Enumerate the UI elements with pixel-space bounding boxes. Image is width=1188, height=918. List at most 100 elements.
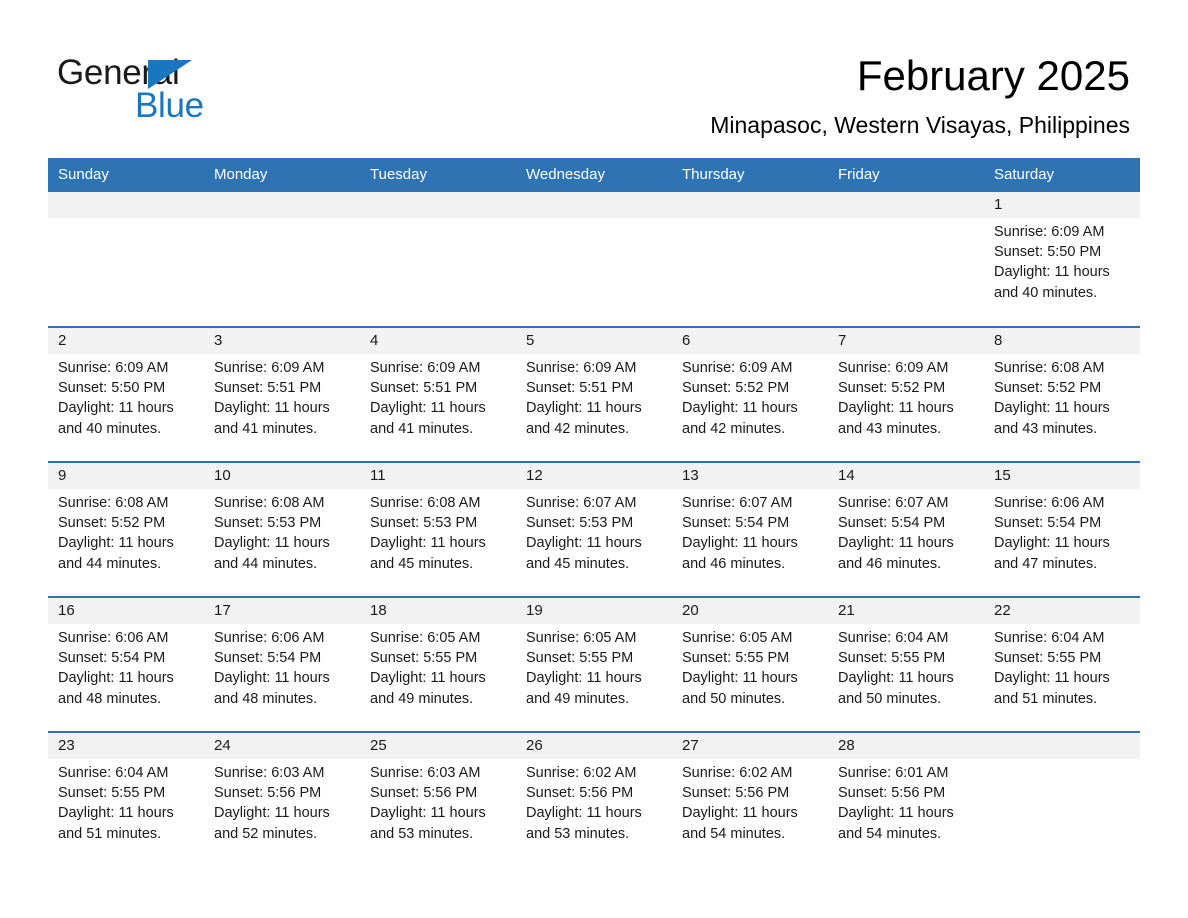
sunrise-text: Sunrise: 6:05 AM — [526, 630, 637, 646]
daylight-text-line1: Daylight: 11 hours — [682, 805, 798, 822]
calendar-day-cell[interactable]: 18 Sunrise: 6:05 AM Sunset: 5:55 PM Dayligh… — [360, 597, 516, 732]
calendar-day-cell[interactable]: 24 Sunrise: 6:03 AM Sunset: 5:56 PM Dayligh… — [204, 732, 360, 867]
day-number-band: 16 — [48, 598, 204, 624]
calendar-day-cell[interactable]: 23 Sunrise: 6:04 AM Sunset: 5:55 PM Dayligh… — [48, 732, 204, 867]
daylight-text-line2: and 50 minutes. — [682, 690, 786, 707]
calendar-day-cell-empty — [828, 192, 984, 327]
sunrise-text: Sunrise: 6:08 AM — [58, 495, 169, 511]
sunrise-text: Sunrise: 6:06 AM — [58, 630, 169, 646]
day-number: 25 — [370, 737, 387, 754]
calendar-day-cell[interactable]: 14 Sunrise: 6:07 AM Sunset: 5:54 PM Dayligh… — [828, 462, 984, 597]
calendar-day-cell[interactable]: 17 Sunrise: 6:06 AM Sunset: 5:54 PM Dayligh… — [204, 597, 360, 732]
day-number-band: 28 — [828, 733, 984, 759]
day-number-band — [672, 192, 828, 218]
sunrise-text: Sunrise: 6:05 AM — [682, 630, 793, 646]
calendar-day-cell[interactable]: 25 Sunrise: 6:03 AM Sunset: 5:56 PM Dayligh… — [360, 732, 516, 867]
sunrise-text: Sunrise: 6:08 AM — [994, 360, 1105, 376]
calendar-day-cell[interactable]: 4 Sunrise: 6:09 AM Sunset: 5:51 PM Daylight… — [360, 327, 516, 462]
day-number: 15 — [994, 467, 1011, 484]
sunset-text: Sunset: 5:53 PM — [370, 515, 478, 532]
calendar-day-cell[interactable]: 9 Sunrise: 6:08 AM Sunset: 5:52 PM Daylight… — [48, 462, 204, 597]
day-number-band: 2 — [48, 328, 204, 354]
calendar-day-cell[interactable]: 6 Sunrise: 6:09 AM Sunset: 5:52 PM Daylight… — [672, 327, 828, 462]
day-number: 17 — [214, 602, 231, 619]
sunset-text: Sunset: 5:56 PM — [526, 785, 634, 802]
day-details: Sunrise: 6:09 AM Sunset: 5:50 PM Daylight:… — [984, 218, 1140, 303]
day-number: 6 — [682, 332, 691, 349]
calendar-day-cell[interactable]: 16 Sunrise: 6:06 AM Sunset: 5:54 PM Dayligh… — [48, 597, 204, 732]
day-details: Sunrise: 6:08 AM Sunset: 5:52 PM Daylight:… — [984, 354, 1140, 439]
day-details: Sunrise: 6:05 AM Sunset: 5:55 PM Daylight:… — [360, 624, 516, 709]
calendar-day-cell[interactable]: 1 Sunrise: 6:09 AM Sunset: 5:50 PM Daylight… — [984, 192, 1140, 327]
daylight-text-line2: and 49 minutes. — [370, 690, 474, 707]
calendar-day-cell[interactable]: 12 Sunrise: 6:07 AM Sunset: 5:53 PM Dayligh… — [516, 462, 672, 597]
weekday-header-sunday: Sunday — [48, 158, 204, 192]
calendar-day-cell[interactable]: 26 Sunrise: 6:02 AM Sunset: 5:56 PM Dayligh… — [516, 732, 672, 867]
calendar-day-cell[interactable]: 11 Sunrise: 6:08 AM Sunset: 5:53 PM Dayligh… — [360, 462, 516, 597]
sunrise-text: Sunrise: 6:09 AM — [526, 360, 637, 376]
calendar-day-cell[interactable]: 15 Sunrise: 6:06 AM Sunset: 5:54 PM Dayligh… — [984, 462, 1140, 597]
day-number-band — [516, 192, 672, 218]
daylight-text-line2: and 45 minutes. — [370, 555, 474, 572]
daylight-text-line1: Daylight: 11 hours — [994, 670, 1110, 687]
generalblue-logo[interactable]: General Blue — [57, 52, 357, 125]
daylight-text-line2: and 48 minutes. — [214, 690, 318, 707]
day-number-band: 3 — [204, 328, 360, 354]
day-number-band — [204, 192, 360, 218]
calendar-day-cell[interactable]: 8 Sunrise: 6:08 AM Sunset: 5:52 PM Daylight… — [984, 327, 1140, 462]
daylight-text-line2: and 41 minutes. — [370, 420, 474, 437]
daylight-text-line1: Daylight: 11 hours — [58, 535, 174, 552]
calendar-week-row: 16 Sunrise: 6:06 AM Sunset: 5:54 PM Dayligh… — [48, 597, 1140, 732]
calendar-week-row: 1 Sunrise: 6:09 AM Sunset: 5:50 PM Daylight… — [48, 192, 1140, 327]
day-number-band — [984, 733, 1140, 759]
sunrise-text: Sunrise: 6:07 AM — [526, 495, 637, 511]
daylight-text-line1: Daylight: 11 hours — [214, 400, 330, 417]
sunset-text: Sunset: 5:56 PM — [682, 785, 790, 802]
daylight-text-line1: Daylight: 11 hours — [838, 400, 954, 417]
calendar-day-cell[interactable]: 3 Sunrise: 6:09 AM Sunset: 5:51 PM Daylight… — [204, 327, 360, 462]
calendar-day-cell[interactable]: 2 Sunrise: 6:09 AM Sunset: 5:50 PM Daylight… — [48, 327, 204, 462]
day-number-band — [48, 192, 204, 218]
day-details: Sunrise: 6:04 AM Sunset: 5:55 PM Daylight:… — [48, 759, 204, 844]
sunset-text: Sunset: 5:52 PM — [682, 380, 790, 397]
sunrise-text: Sunrise: 6:03 AM — [370, 765, 481, 781]
day-number — [204, 192, 360, 218]
calendar-day-cell[interactable]: 27 Sunrise: 6:02 AM Sunset: 5:56 PM Dayligh… — [672, 732, 828, 867]
day-number-band: 11 — [360, 463, 516, 489]
day-number-band: 26 — [516, 733, 672, 759]
sunrise-text: Sunrise: 6:09 AM — [682, 360, 793, 376]
calendar-day-cell[interactable]: 21 Sunrise: 6:04 AM Sunset: 5:55 PM Dayligh… — [828, 597, 984, 732]
sunrise-text: Sunrise: 6:04 AM — [58, 765, 169, 781]
day-number-band: 4 — [360, 328, 516, 354]
calendar-day-cell[interactable]: 28 Sunrise: 6:01 AM Sunset: 5:56 PM Dayligh… — [828, 732, 984, 867]
day-number-band: 13 — [672, 463, 828, 489]
calendar-day-cell[interactable]: 19 Sunrise: 6:05 AM Sunset: 5:55 PM Dayligh… — [516, 597, 672, 732]
day-number: 3 — [214, 332, 223, 349]
sunset-text: Sunset: 5:55 PM — [526, 650, 634, 667]
calendar-day-cell[interactable]: 22 Sunrise: 6:04 AM Sunset: 5:55 PM Dayligh… — [984, 597, 1140, 732]
calendar-day-cell[interactable]: 20 Sunrise: 6:05 AM Sunset: 5:55 PM Dayligh… — [672, 597, 828, 732]
day-details: Sunrise: 6:07 AM Sunset: 5:54 PM Daylight:… — [828, 489, 984, 574]
sunset-text: Sunset: 5:54 PM — [838, 515, 946, 532]
day-number — [984, 733, 1140, 759]
calendar-day-cell[interactable]: 13 Sunrise: 6:07 AM Sunset: 5:54 PM Dayligh… — [672, 462, 828, 597]
day-number-band: 25 — [360, 733, 516, 759]
calendar-day-cell[interactable]: 7 Sunrise: 6:09 AM Sunset: 5:52 PM Daylight… — [828, 327, 984, 462]
daylight-text-line2: and 45 minutes. — [526, 555, 630, 572]
day-number: 7 — [838, 332, 847, 349]
sunset-text: Sunset: 5:54 PM — [994, 515, 1102, 532]
day-number: 9 — [58, 467, 67, 484]
daylight-text-line1: Daylight: 11 hours — [682, 535, 798, 552]
daylight-text-line2: and 40 minutes. — [58, 420, 162, 437]
day-number: 2 — [58, 332, 67, 349]
day-number: 24 — [214, 737, 231, 754]
calendar-body: 1 Sunrise: 6:09 AM Sunset: 5:50 PM Daylight… — [48, 192, 1140, 867]
calendar-day-cell[interactable]: 10 Sunrise: 6:08 AM Sunset: 5:53 PM Dayligh… — [204, 462, 360, 597]
sunset-text: Sunset: 5:51 PM — [526, 380, 634, 397]
sunset-text: Sunset: 5:52 PM — [838, 380, 946, 397]
daylight-text-line1: Daylight: 11 hours — [682, 670, 798, 687]
day-details: Sunrise: 6:04 AM Sunset: 5:55 PM Daylight:… — [828, 624, 984, 709]
day-number: 21 — [838, 602, 855, 619]
calendar-day-cell[interactable]: 5 Sunrise: 6:09 AM Sunset: 5:51 PM Daylight… — [516, 327, 672, 462]
day-number: 26 — [526, 737, 543, 754]
